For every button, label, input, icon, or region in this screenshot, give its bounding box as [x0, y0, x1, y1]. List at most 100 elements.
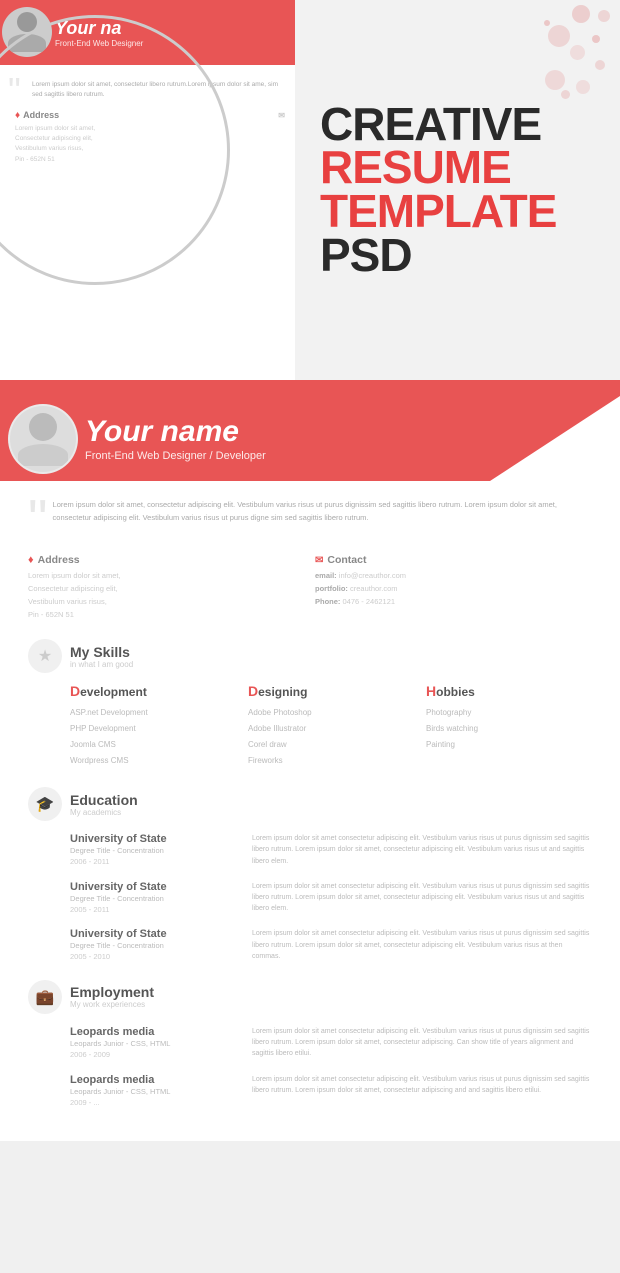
edu-3-desc: Lorem ipsum dolor sit amet consectetur a…	[252, 928, 592, 962]
dev-item-3: Joomla CMS	[70, 737, 236, 753]
star-icon: ★	[38, 646, 52, 666]
main-resume: Your name Front-End Web Designer / Devel…	[0, 396, 620, 1141]
contact-label: ✉ Contact	[315, 554, 592, 566]
resume-name-block: Your name Front-End Web Designer / Devel…	[85, 415, 266, 462]
title-line1: CREATIVE	[320, 103, 556, 147]
edu-1-desc: Lorem ipsum dolor sit amet consectetur a…	[252, 833, 592, 867]
preview-name: Your na	[55, 18, 143, 39]
edu-entry-2: University of State Degree Title - Conce…	[28, 881, 592, 915]
skills-header: ★ My Skills in what I am good	[28, 639, 592, 673]
edu-2-degree: Degree Title - Concentration	[70, 893, 240, 905]
title-line2: RESUME	[320, 146, 556, 190]
hobbies-title: Hobbies	[426, 683, 592, 699]
design-item-1: Adobe Photoshop	[248, 705, 414, 721]
design-item-2: Adobe Illustrator	[248, 721, 414, 737]
skill-hobbies: Hobbies Photography Birds watching Paint…	[426, 683, 592, 769]
design-title: Designing	[248, 683, 414, 699]
dev-item-2: PHP Development	[70, 721, 236, 737]
edu-3-degree: Degree Title - Concentration	[70, 940, 240, 952]
quote-icon: "	[28, 499, 48, 540]
emp-1-years: 2006 - 2009	[70, 1050, 240, 1059]
preview-left-panel: Your na Front-End Web Designer " Lorem i…	[0, 0, 295, 380]
edu-1-school: University of State	[70, 833, 240, 845]
emp-1-left: Leopards media Leopards Junior - CSS, HT…	[70, 1026, 240, 1060]
red-banner	[0, 380, 620, 396]
employment-subtitle: My work experiences	[70, 1000, 154, 1009]
skills-icon-circle: ★	[28, 639, 62, 673]
education-subtitle: My academics	[70, 808, 138, 817]
address-pin-icon: ♦	[28, 554, 34, 566]
info-grid: ♦ Address Lorem ipsum dolor sit amet, Co…	[28, 554, 592, 621]
quote-text: Lorem ipsum dolor sit amet, consectetur …	[53, 499, 592, 540]
title-line3: TEMPLATE	[320, 190, 556, 234]
education-section: 🎓 Education My academics University of S…	[28, 787, 592, 962]
top-preview-section: Your na Front-End Web Designer " Lorem i…	[0, 0, 620, 380]
preview-address-text: Lorem ipsum dolor sit amet, Consectetur …	[15, 124, 285, 166]
briefcase-icon: 💼	[36, 988, 55, 1006]
pin-icon-preview: ♦	[15, 110, 20, 121]
contact-icon: ✉	[315, 555, 323, 566]
employment-section: 💼 Employment My work experiences Leopard…	[28, 980, 592, 1107]
hobby-item-2: Birds watching	[426, 721, 592, 737]
graduation-icon: 🎓	[36, 795, 55, 813]
edu-2-school: University of State	[70, 881, 240, 893]
hobby-item-3: Painting	[426, 737, 592, 753]
skills-section: ★ My Skills in what I am good Developmen…	[28, 639, 592, 769]
emp-2-left: Leopards media Leopards Junior - CSS, HT…	[70, 1074, 240, 1107]
edu-entry-3: University of State Degree Title - Conce…	[28, 928, 592, 962]
skill-development: Development ASP.net Development PHP Deve…	[70, 683, 236, 769]
dev-item-1: ASP.net Development	[70, 705, 236, 721]
preview-address-label: ♦ Address ✉	[15, 110, 285, 121]
creative-title-block: CREATIVE RESUME TEMPLATE PSD	[295, 0, 620, 380]
preview-job-title: Front-End Web Designer	[55, 39, 143, 48]
emp-2-years: 2009 - ...	[70, 1098, 240, 1107]
address-label: ♦ Address	[28, 554, 305, 566]
edu-1-left: University of State Degree Title - Conce…	[70, 833, 240, 867]
header-diagonal	[490, 396, 620, 481]
dev-item-4: Wordpress CMS	[70, 753, 236, 769]
employment-icon-circle: 💼	[28, 980, 62, 1014]
design-item-3: Corel draw	[248, 737, 414, 753]
skills-grid: Development ASP.net Development PHP Deve…	[28, 683, 592, 769]
edu-1-years: 2006 - 2011	[70, 857, 240, 866]
contact-block: ✉ Contact email: info@creauthor.com port…	[315, 554, 592, 621]
address-text: Lorem ipsum dolor sit amet, Consectetur …	[28, 570, 305, 621]
edu-1-degree: Degree Title - Concentration	[70, 845, 240, 857]
skills-subtitle: in what I am good	[70, 660, 133, 669]
quote-section: " Lorem ipsum dolor sit amet, consectetu…	[28, 499, 592, 540]
employment-header: 💼 Employment My work experiences	[28, 980, 592, 1014]
skills-title: My Skills	[70, 644, 133, 660]
edu-3-years: 2005 - 2010	[70, 952, 240, 961]
preview-header: Your na Front-End Web Designer	[0, 0, 295, 65]
dev-title: Development	[70, 683, 236, 699]
design-item-4: Fireworks	[248, 753, 414, 769]
emp-entry-2: Leopards media Leopards Junior - CSS, HT…	[28, 1074, 592, 1107]
resume-name: Your name	[85, 415, 266, 449]
title-line4: PSD	[320, 234, 556, 278]
edu-3-school: University of State	[70, 928, 240, 940]
contact-text: email: info@creauthor.com portfolio: cre…	[315, 570, 592, 608]
address-block: ♦ Address Lorem ipsum dolor sit amet, Co…	[28, 554, 305, 621]
education-header: 🎓 Education My academics	[28, 787, 592, 821]
resume-header: Your name Front-End Web Designer / Devel…	[0, 396, 620, 481]
emp-entry-1: Leopards media Leopards Junior - CSS, HT…	[28, 1026, 592, 1060]
preview-name-block: Your na Front-End Web Designer	[55, 18, 143, 48]
employment-title: Employment	[70, 984, 154, 1000]
emp-1-desc: Lorem ipsum dolor sit amet consectetur a…	[252, 1026, 592, 1060]
emp-2-company: Leopards media	[70, 1074, 240, 1086]
resume-avatar	[8, 404, 78, 474]
edu-2-years: 2005 - 2011	[70, 905, 240, 914]
edu-2-desc: Lorem ipsum dolor sit amet consectetur a…	[252, 881, 592, 915]
emp-2-role: Leopards Junior - CSS, HTML	[70, 1086, 240, 1098]
edu-entry-1: University of State Degree Title - Conce…	[28, 833, 592, 867]
education-icon-circle: 🎓	[28, 787, 62, 821]
preview-avatar	[2, 7, 52, 57]
edu-3-left: University of State Degree Title - Conce…	[70, 928, 240, 962]
resume-body: " Lorem ipsum dolor sit amet, consectetu…	[0, 481, 620, 1141]
skill-designing: Designing Adobe Photoshop Adobe Illustra…	[248, 683, 414, 769]
edu-2-left: University of State Degree Title - Conce…	[70, 881, 240, 915]
quote-icon-preview: "	[8, 73, 21, 109]
hobby-item-1: Photography	[426, 705, 592, 721]
emp-1-company: Leopards media	[70, 1026, 240, 1038]
emp-2-desc: Lorem ipsum dolor sit amet consectetur a…	[252, 1074, 592, 1107]
